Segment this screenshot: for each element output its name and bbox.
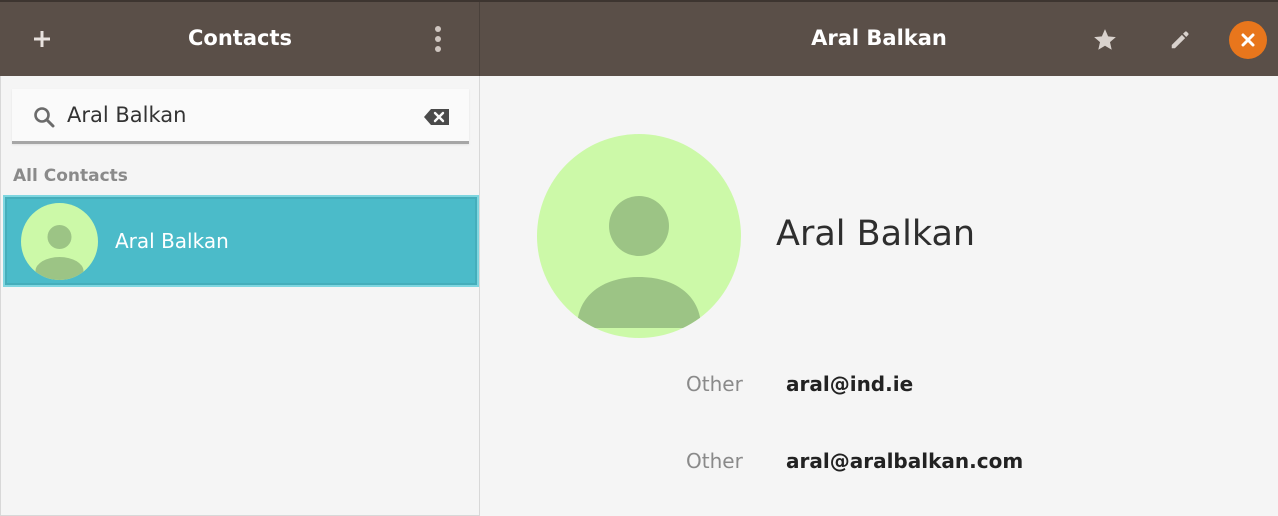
search-field[interactable]: Aral Balkan [12, 89, 469, 144]
contact-detail: Aral Balkan Other aral@ind.ie Other aral… [481, 76, 1278, 516]
contact-name: Aral Balkan [115, 229, 229, 253]
contacts-title: Contacts [188, 26, 292, 50]
pencil-icon [1171, 31, 1189, 49]
person-placeholder-icon [35, 225, 84, 280]
close-button[interactable] [1229, 21, 1267, 59]
vertical-dots-icon [435, 26, 441, 52]
clear-text-icon[interactable] [424, 108, 450, 126]
search-icon [34, 107, 55, 128]
contact-title: Aral Balkan [811, 26, 947, 50]
star-icon [1094, 29, 1116, 50]
email-type-label: Other [686, 372, 743, 396]
edit-button[interactable] [1160, 20, 1200, 60]
email-address[interactable]: aral@aralbalkan.com [786, 449, 1023, 473]
close-icon [1241, 33, 1255, 47]
contact-full-name: Aral Balkan [776, 214, 976, 254]
email-row: Other aral@aralbalkan.com [481, 449, 1278, 479]
search-input[interactable]: Aral Balkan [67, 103, 186, 127]
person-placeholder-icon [577, 196, 701, 328]
contacts-sidebar: Aral Balkan All Contacts Aral Balkan [0, 76, 480, 516]
email-type-label: Other [686, 449, 743, 473]
sidebar-header: Contacts [0, 2, 480, 76]
contact-avatar [537, 134, 741, 338]
contact-list-item[interactable]: Aral Balkan [3, 195, 479, 287]
favorite-button[interactable] [1085, 20, 1125, 60]
menu-button[interactable] [418, 19, 458, 59]
email-row: Other aral@ind.ie [481, 372, 1278, 402]
header-bar: Contacts Aral Balkan [0, 0, 1278, 76]
all-contacts-label: All Contacts [13, 166, 128, 186]
email-address[interactable]: aral@ind.ie [786, 372, 913, 396]
detail-header: Aral Balkan [480, 2, 1278, 76]
avatar [21, 203, 98, 280]
